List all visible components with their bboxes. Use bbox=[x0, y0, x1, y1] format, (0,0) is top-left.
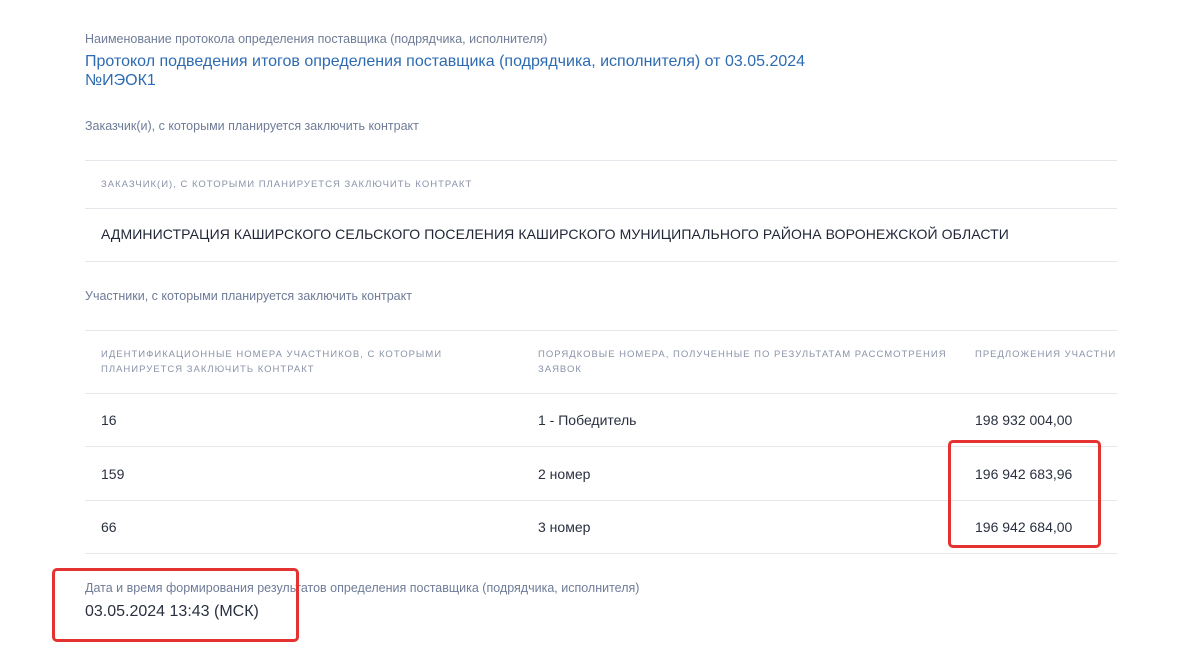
participant-id: 16 bbox=[101, 412, 117, 428]
offers-highlight-box bbox=[948, 440, 1101, 548]
participant-id: 66 bbox=[101, 519, 117, 535]
customers-column-header: Заказчик(и), с которыми планируется закл… bbox=[101, 179, 473, 190]
participants-section-label: Участники, с которыми планируется заключ… bbox=[85, 289, 412, 303]
divider bbox=[85, 261, 1117, 262]
protocol-name-label: Наименование протокола определения поста… bbox=[85, 32, 548, 46]
participant-rank: 1 - Победитель bbox=[538, 412, 637, 428]
column-header-offer: Предложения участни bbox=[975, 349, 1117, 360]
divider bbox=[85, 208, 1117, 209]
datetime-highlight-box bbox=[52, 568, 299, 642]
divider bbox=[85, 330, 1117, 331]
protocol-title-line1: Протокол подведения итогов определения п… bbox=[85, 53, 806, 70]
participant-rank: 2 номер bbox=[538, 466, 591, 482]
protocol-page: Наименование протокола определения поста… bbox=[0, 0, 1200, 668]
customer-name: АДМИНИСТРАЦИЯ КАШИРСКОГО СЕЛЬСКОГО ПОСЕЛ… bbox=[101, 226, 1009, 242]
participant-id: 159 bbox=[101, 466, 125, 482]
column-header-participant-id: Идентификационные номера участников, с к… bbox=[101, 349, 443, 375]
protocol-title-line2: №ИЭОК1 bbox=[85, 72, 156, 89]
participant-offer: 198 932 004,00 bbox=[975, 412, 1073, 428]
protocol-title-link[interactable]: Протокол подведения итогов определения п… bbox=[85, 52, 845, 90]
divider bbox=[85, 553, 1117, 554]
divider bbox=[85, 160, 1117, 161]
column-header-rank: Порядковые номера, полученные по результ… bbox=[538, 349, 947, 375]
customers-section-label: Заказчик(и), с которыми планируется закл… bbox=[85, 119, 419, 133]
participant-rank: 3 номер bbox=[538, 519, 591, 535]
divider bbox=[85, 393, 1117, 394]
